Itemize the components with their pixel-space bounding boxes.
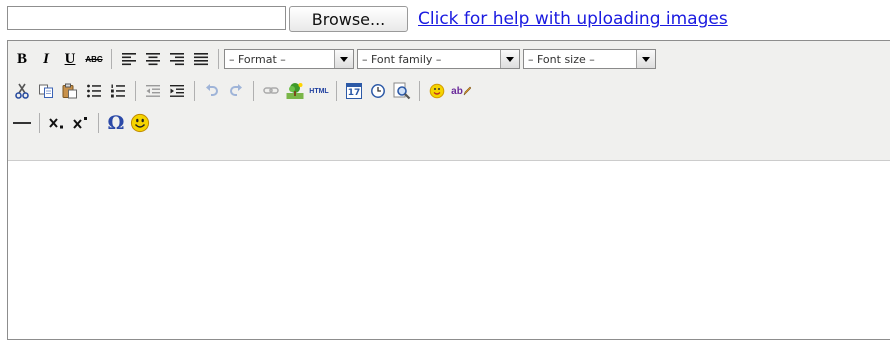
insert-date-button[interactable]: 17: [343, 80, 365, 102]
strikethrough-icon: ABC: [85, 54, 103, 64]
toolbar-separator: [419, 81, 420, 101]
align-left-button[interactable]: [118, 48, 140, 70]
bullet-list-button[interactable]: [83, 80, 105, 102]
chevron-down-icon: [500, 50, 519, 68]
font-size-select[interactable]: – Font size –: [523, 49, 656, 69]
toolbar-row-3: Ω: [10, 108, 152, 138]
bold-button[interactable]: B: [11, 48, 33, 70]
cut-button[interactable]: [11, 80, 33, 102]
chevron-down-icon: [334, 50, 353, 68]
preview-button[interactable]: [391, 80, 413, 102]
font-family-select-label: – Font family –: [362, 52, 442, 66]
undo-icon: [206, 84, 218, 96]
underline-button[interactable]: U: [59, 48, 81, 70]
align-justify-icon: [194, 53, 208, 66]
emoticon-picker-icon: [429, 83, 445, 99]
underline-icon: U: [64, 50, 76, 67]
numbered-list-button[interactable]: [107, 80, 129, 102]
toolbar-separator: [39, 113, 40, 133]
subscript-button[interactable]: [46, 112, 68, 134]
strikethrough-button[interactable]: ABC: [83, 48, 105, 70]
link-button[interactable]: [260, 80, 282, 102]
bold-icon: B: [16, 50, 27, 67]
toolbar-row-2: HTML 17 ab: [10, 76, 473, 106]
outdent-button[interactable]: [142, 80, 164, 102]
superscript-icon: [73, 117, 87, 129]
html-source-button[interactable]: HTML: [308, 80, 330, 102]
editor-toolbar: B I U ABC – Format – – Font family – – F…: [8, 41, 890, 161]
align-center-icon: [146, 53, 160, 66]
font-size-select-label: – Font size –: [528, 52, 595, 66]
magnifier-icon: [393, 82, 411, 100]
format-select-label: – Format –: [229, 52, 286, 66]
calendar-icon: 17: [346, 83, 362, 99]
spellcheck-button[interactable]: ab: [450, 80, 472, 102]
link-icon: [263, 87, 279, 94]
align-center-button[interactable]: [142, 48, 164, 70]
scissors-icon: [15, 83, 29, 99]
spellcheck-icon: ab: [451, 85, 463, 97]
outdent-icon: [146, 85, 160, 97]
browse-button[interactable]: Browse...: [289, 6, 408, 32]
rich-text-editor: B I U ABC – Format – – Font family – – F…: [7, 40, 890, 340]
toolbar-separator: [135, 81, 136, 101]
align-right-icon: [170, 53, 184, 66]
toolbar-separator: [111, 49, 112, 69]
toolbar-separator: [218, 49, 219, 69]
toolbar-separator: [98, 113, 99, 133]
redo-button[interactable]: [225, 80, 247, 102]
paste-icon: [62, 83, 77, 99]
smiley-icon: [130, 113, 150, 133]
chevron-down-icon: [636, 50, 655, 68]
align-left-icon: [122, 53, 136, 66]
superscript-button[interactable]: [70, 112, 92, 134]
align-right-button[interactable]: [166, 48, 188, 70]
italic-icon: I: [43, 50, 49, 67]
file-path-input[interactable]: [7, 6, 286, 30]
emoticons-button[interactable]: [426, 80, 448, 102]
editor-content-area[interactable]: [8, 161, 890, 339]
format-select[interactable]: – Format –: [224, 49, 354, 69]
toolbar-separator: [194, 81, 195, 101]
insert-image-button[interactable]: [284, 80, 306, 102]
redo-icon: [230, 84, 242, 96]
horizontal-rule-icon: [13, 122, 31, 124]
copy-icon: [39, 84, 53, 98]
undo-button[interactable]: [201, 80, 223, 102]
horizontal-rule-button[interactable]: [11, 112, 33, 134]
subscript-icon: [49, 118, 63, 129]
upload-help-link[interactable]: Click for help with uploading images: [418, 9, 728, 29]
numbered-list-icon: [111, 84, 125, 98]
special-character-button[interactable]: Ω: [105, 112, 127, 134]
image-tree-icon: [286, 83, 304, 99]
indent-button[interactable]: [166, 80, 188, 102]
toolbar-row-1: B I U ABC – Format – – Font family – – F…: [10, 44, 659, 74]
italic-button[interactable]: I: [35, 48, 57, 70]
copy-button[interactable]: [35, 80, 57, 102]
insert-time-button[interactable]: [367, 80, 389, 102]
font-family-select[interactable]: – Font family –: [357, 49, 520, 69]
align-justify-button[interactable]: [190, 48, 212, 70]
insert-emoticon-button[interactable]: [129, 112, 151, 134]
html-icon: HTML: [309, 87, 329, 95]
toolbar-separator: [253, 81, 254, 101]
clock-icon: [371, 84, 385, 98]
omega-icon: Ω: [107, 112, 125, 134]
paste-button[interactable]: [59, 80, 81, 102]
bullet-list-icon: [87, 84, 101, 98]
indent-icon: [170, 85, 184, 97]
toolbar-separator: [336, 81, 337, 101]
pencil-icon: [463, 86, 471, 96]
